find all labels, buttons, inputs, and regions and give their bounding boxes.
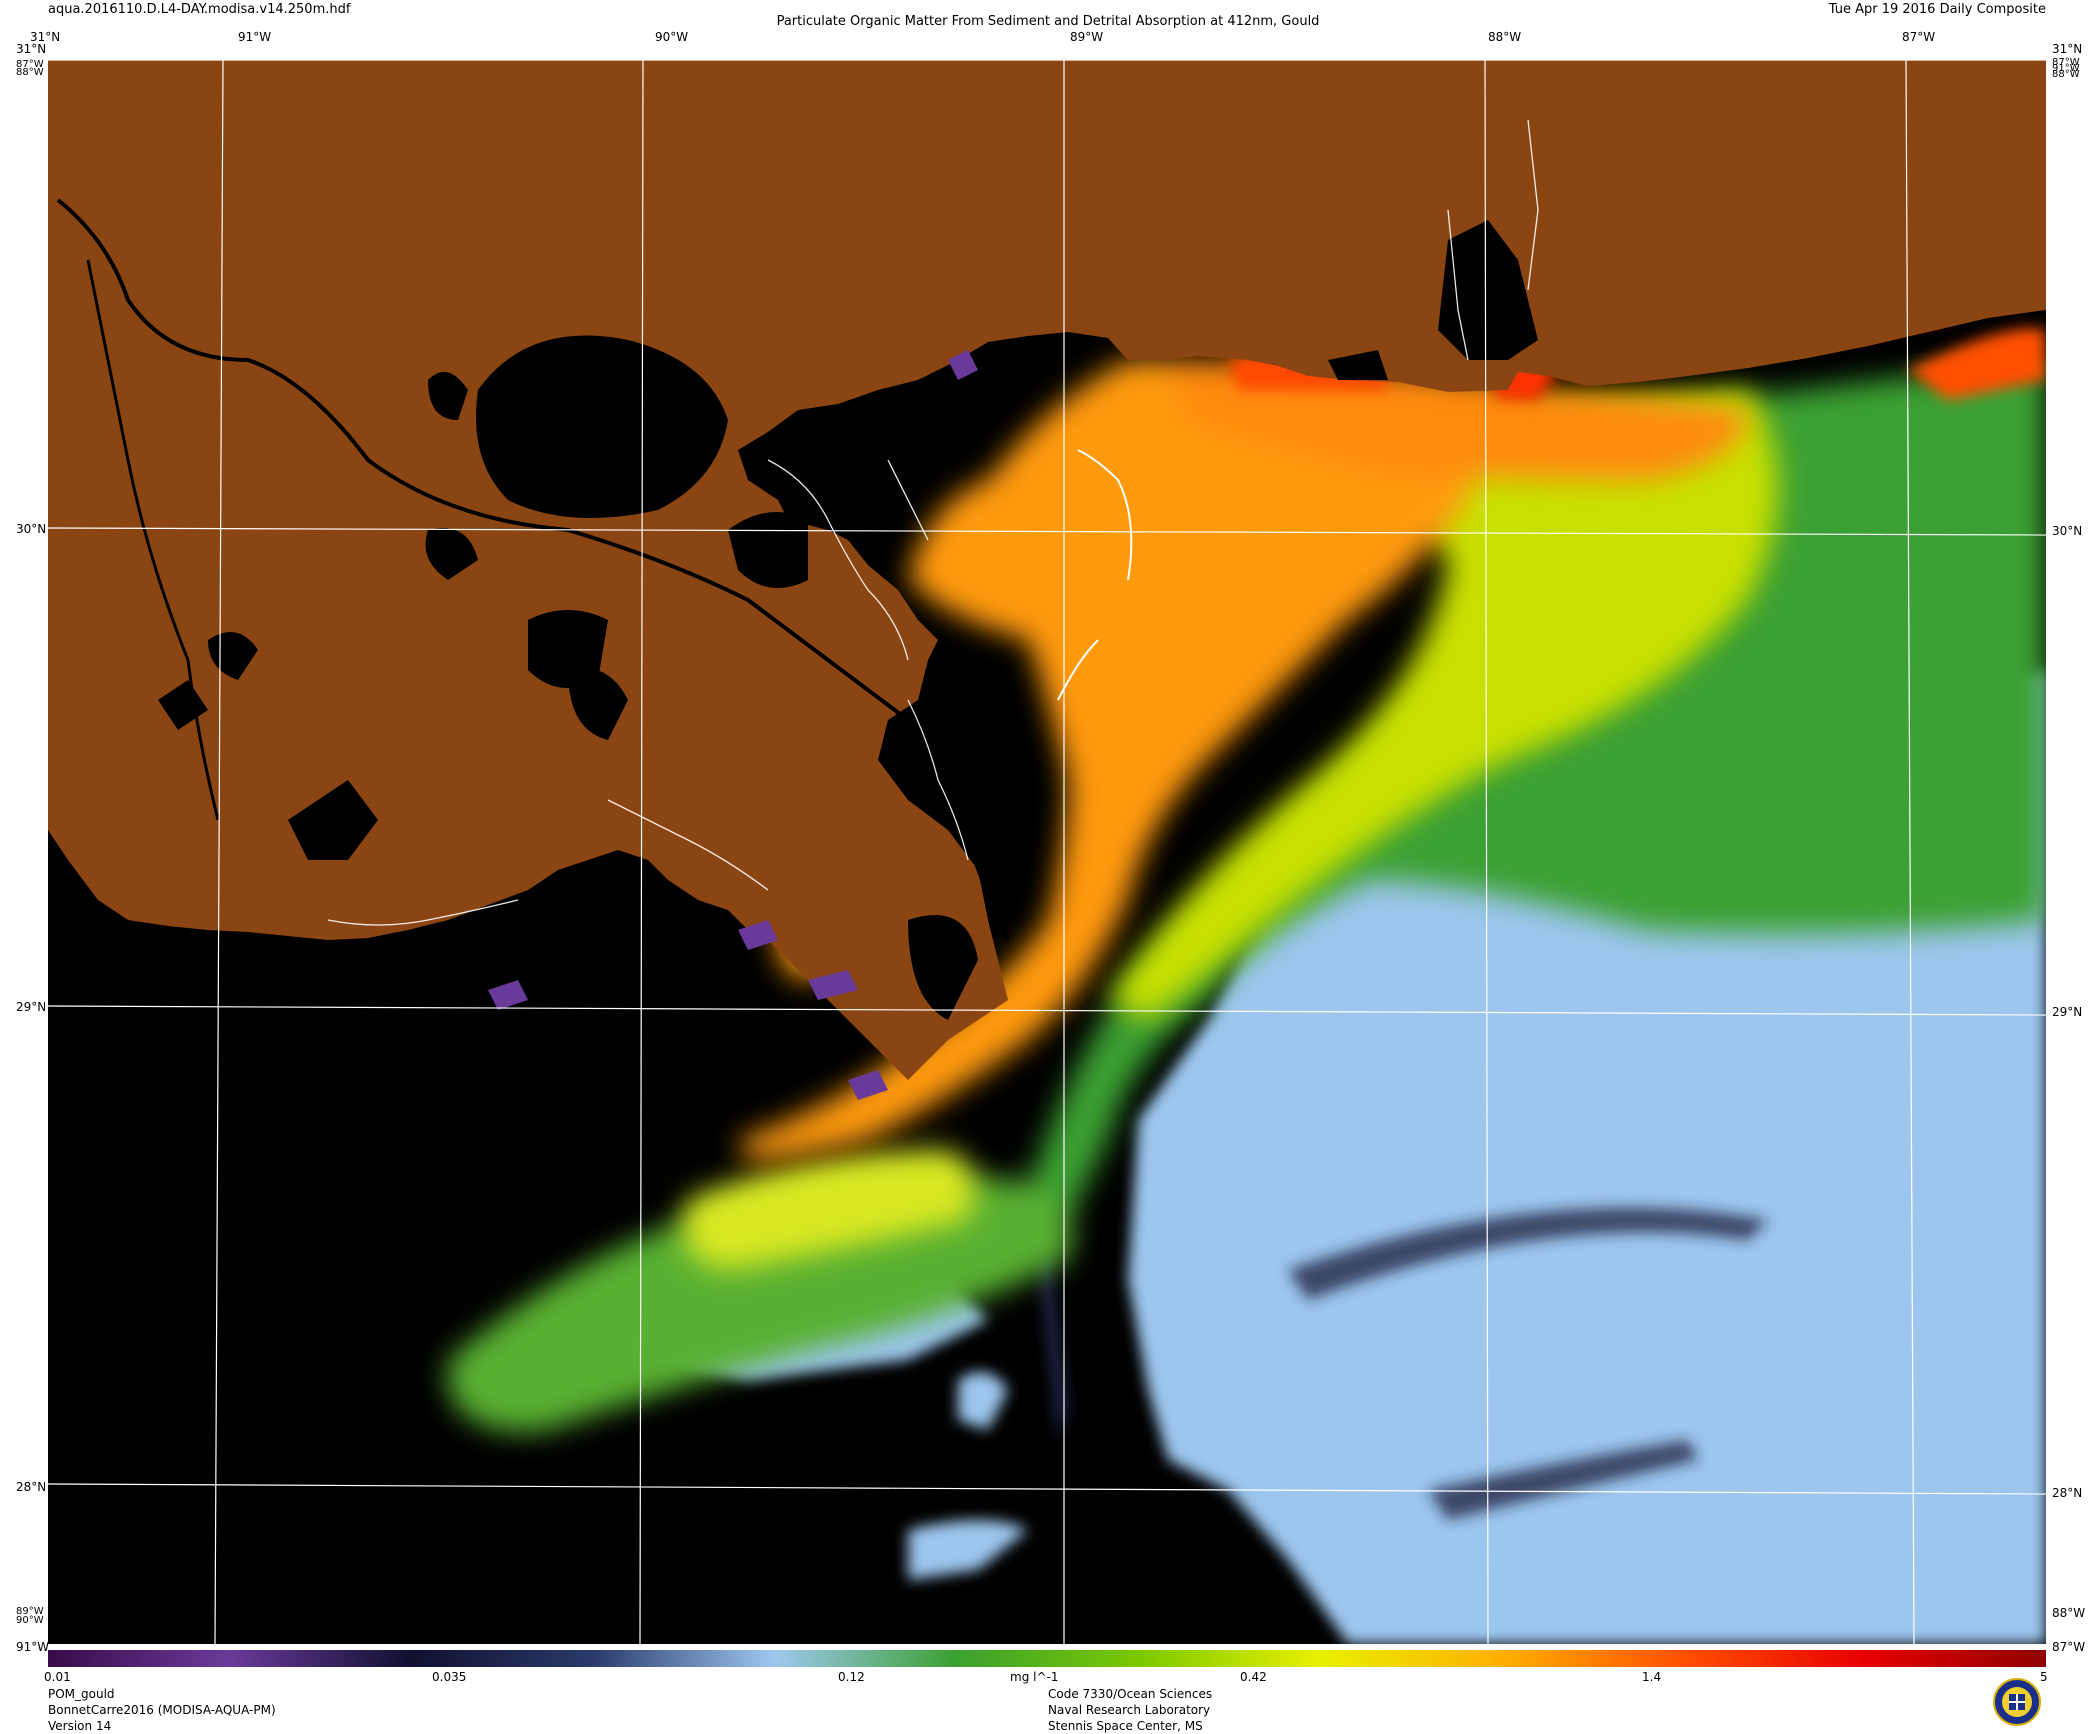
left-lat-label: 91°W [16,1640,50,1654]
top-lon-label: 87°W [1902,30,1936,44]
colorbar-tick: 0.12 [838,1670,865,1684]
right-lat-label: 29°N [2052,1005,2083,1019]
left-lat-label: 29°N [16,1000,47,1014]
product-name: POM_gould [48,1687,115,1701]
colorbar [48,1650,2046,1667]
right-lat-label: 88°W [2052,1606,2086,1620]
org-name: Naval Research Laboratory [1048,1703,1211,1717]
right-lat-label: 87°W [2052,1640,2086,1654]
right-lat-label: 88°W [2052,69,2080,80]
colorbar-tick: 5 [2040,1670,2048,1684]
left-lat-label: 28°N [16,1480,47,1494]
map-panel [48,60,2046,1644]
dataset-name: BonnetCarre2016 (MODISA-AQUA-PM) [48,1703,276,1717]
right-lat-label: 28°N [2052,1486,2083,1500]
right-lat-label: 31°N [2052,42,2083,56]
composite-date: Tue Apr 19 2016 Daily Composite [1828,2,2046,17]
top-lon-label: 91°W [238,30,272,44]
colorbar-unit: mg l^-1 [1010,1670,1059,1684]
satellite-composite-image [48,60,2046,1644]
nrl-seal-icon [1993,1678,2041,1726]
top-lon-label: 88°W [1488,30,1522,44]
colorbar-tick: 0.035 [432,1670,467,1684]
colorbar-tick: 0.42 [1240,1670,1267,1684]
top-lon-label: 89°W [1070,30,1104,44]
top-lon-label: 90°W [655,30,689,44]
colorbar-tick: 0.01 [44,1670,71,1684]
left-lat-label: 31°N [16,42,47,56]
org-location: Stennis Space Center, MS [1048,1719,1203,1733]
org-code: Code 7330/Ocean Sciences [1048,1687,1213,1701]
colorbar-tick: 1.4 [1642,1670,1662,1684]
version-label: Version 14 [48,1719,112,1733]
left-lat-label: 30°N [16,522,47,536]
left-lat-label: 90°W [16,1615,44,1626]
right-lat-label: 30°N [2052,524,2083,538]
map-title: Particulate Organic Matter From Sediment… [776,14,1320,29]
left-lat-label: 88°W [16,67,44,78]
